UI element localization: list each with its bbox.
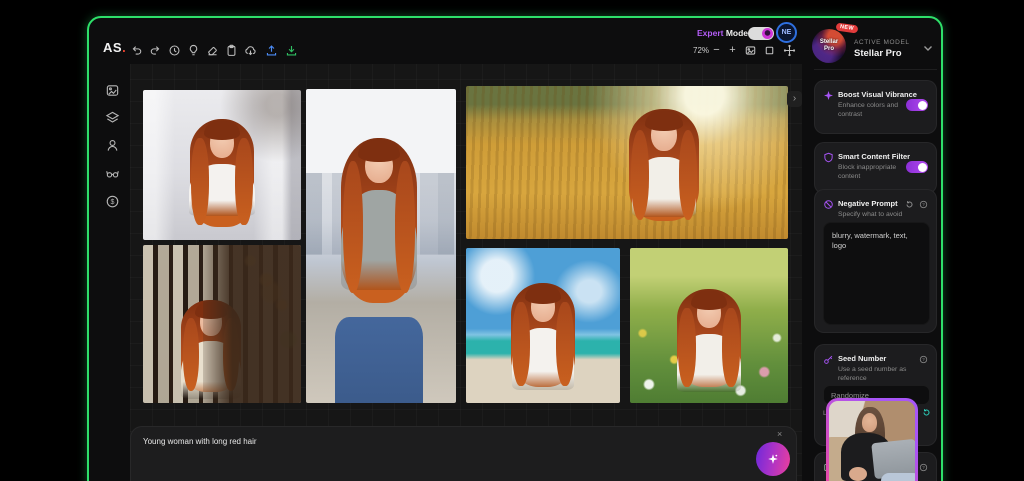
prompt-input[interactable]: Young woman with long red hair <box>143 437 257 446</box>
active-model-label: ACTIVE MODEL <box>854 39 910 46</box>
reset-icon[interactable] <box>905 200 914 209</box>
model-avatar-text2: Pro <box>823 46 834 52</box>
negative-prompt-title: Negative Prompt <box>838 199 898 208</box>
model-name: Stellar Pro <box>854 48 902 59</box>
refresh-seed-icon[interactable] <box>922 408 931 417</box>
help-icon[interactable]: ? <box>919 355 928 364</box>
move-tool-icon[interactable] <box>782 43 797 58</box>
canvas-image-marble-portrait[interactable] <box>143 90 301 240</box>
zoom-in-button[interactable]: + <box>726 43 739 58</box>
seed-title: Seed Number <box>838 354 887 363</box>
content-filter-subtitle: Block inappropriate content <box>838 164 897 180</box>
seed-subtitle: Use a seed number as reference <box>838 366 907 382</box>
expert-mode-toggle[interactable] <box>748 27 774 40</box>
canvas-image-wheat-field[interactable] <box>466 86 788 239</box>
content-filter-title: Smart Content Filter <box>838 152 911 161</box>
frame-icon[interactable] <box>762 43 777 58</box>
idea-bulb-icon[interactable] <box>186 43 201 58</box>
canvas-image-cafe-window[interactable] <box>143 245 301 403</box>
cloud-download-icon[interactable] <box>243 43 258 58</box>
redo-icon[interactable] <box>148 43 163 58</box>
panel-scrollbar[interactable] <box>941 80 943 168</box>
webcam-person-hand <box>849 467 867 481</box>
shield-icon <box>823 152 834 163</box>
svg-text:?: ? <box>922 202 925 207</box>
webcam-overlay[interactable] <box>826 398 918 481</box>
key-icon <box>823 354 834 365</box>
content-filter-toggle[interactable] <box>906 161 928 173</box>
model-avatar-text: Stellar <box>819 39 839 45</box>
undo-icon[interactable] <box>129 43 144 58</box>
model-avatar[interactable]: Stellar Pro <box>812 29 846 63</box>
webcam-person-face <box>862 413 877 432</box>
close-icon[interactable]: × <box>777 429 782 439</box>
content-filter-toggle-knob <box>917 162 927 172</box>
app-window: AS. $ 72% − + Expert Mode NE › Young wom… <box>87 16 943 481</box>
history-icon[interactable] <box>167 43 182 58</box>
eraser-icon[interactable] <box>205 43 220 58</box>
zoom-level: 72% <box>693 46 710 55</box>
svg-text:?: ? <box>922 465 925 470</box>
vibrance-title: Boost Visual Vibrance <box>838 90 917 99</box>
zoom-out-button[interactable]: − <box>710 43 723 58</box>
content-filter-card: Smart Content Filter Block inappropriate… <box>814 142 937 194</box>
webcam-video <box>829 401 915 481</box>
generate-button[interactable] <box>756 442 790 476</box>
app-logo[interactable]: AS. <box>103 40 126 55</box>
logo-dot: . <box>122 40 127 55</box>
panel-collapse-button[interactable]: › <box>787 91 802 107</box>
sparkle-icon <box>823 90 834 101</box>
screenshot-root: AS. $ 72% − + Expert Mode NE › Young wom… <box>0 0 1024 481</box>
export-download-icon[interactable] <box>284 43 299 58</box>
gallery-icon[interactable] <box>104 82 121 99</box>
vibrance-toggle-knob <box>917 100 927 110</box>
canvas-image-beach[interactable] <box>466 248 620 403</box>
clipboard-icon[interactable] <box>224 43 239 58</box>
svg-text:?: ? <box>922 357 925 362</box>
panel-divider <box>814 69 937 70</box>
help-icon[interactable]: ? <box>919 463 928 472</box>
logo-text: AS <box>103 40 123 55</box>
canvas-image-city-seated[interactable] <box>306 89 456 403</box>
canvas-area[interactable] <box>130 64 802 481</box>
expert-mode-toggle-knob <box>762 28 773 39</box>
expert-mode-accent: Expert <box>697 28 724 38</box>
negative-prompt-input[interactable]: blurry, watermark, text, logo <box>823 222 930 325</box>
negative-prompt-subtitle: Specify what to avoid <box>838 211 903 218</box>
chevron-down-icon[interactable] <box>922 42 934 54</box>
webcam-person-jeans <box>881 473 915 481</box>
credits-dollar-icon[interactable]: $ <box>104 193 121 210</box>
image-view-icon[interactable] <box>743 43 758 58</box>
vibrance-toggle[interactable] <box>906 99 928 111</box>
expert-mode-label: Expert Mode <box>697 28 748 38</box>
upload-icon[interactable] <box>264 43 279 58</box>
expert-mode-rest: Mode <box>725 28 749 38</box>
styles-glasses-icon[interactable] <box>104 165 121 182</box>
person-icon[interactable] <box>104 137 121 154</box>
prompt-bar[interactable] <box>130 426 797 481</box>
negative-prompt-card: Negative Prompt ? Specify what to avoid … <box>814 189 937 333</box>
sparkle-icon <box>768 454 778 464</box>
canvas-image-flower-meadow[interactable] <box>630 248 788 403</box>
layers-icon[interactable] <box>104 109 121 126</box>
help-icon[interactable]: ? <box>919 200 928 209</box>
vibrance-subtitle: Enhance colors and contrast <box>838 102 899 118</box>
svg-text:$: $ <box>111 199 115 206</box>
vibrance-card: Boost Visual Vibrance Enhance colors and… <box>814 80 937 134</box>
user-avatar[interactable]: NE <box>776 22 797 43</box>
no-entry-icon <box>823 199 834 210</box>
